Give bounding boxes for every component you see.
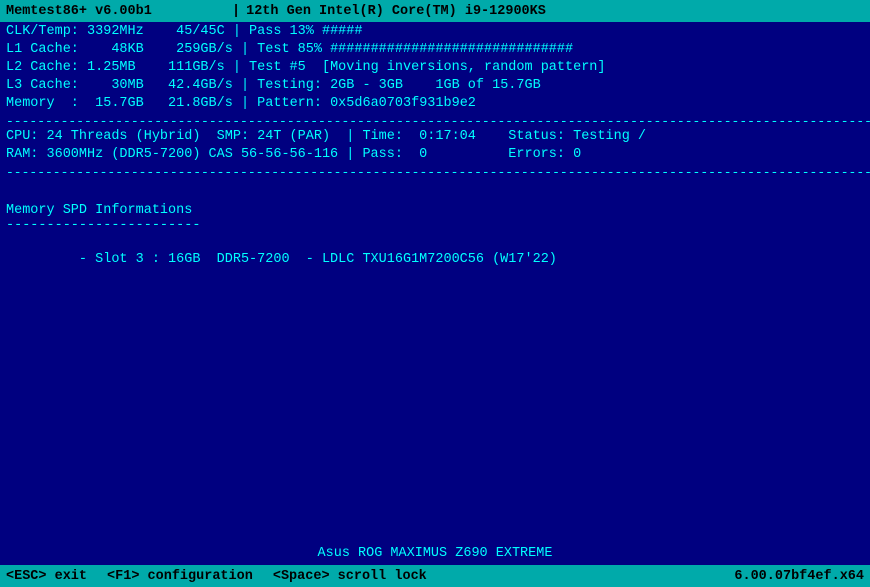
spd-item-1: - Slot 3 : 16GB DDR5-7200 - LDLC TXU16G1… (6, 237, 864, 282)
key-f1[interactable]: <F1> configuration (107, 569, 253, 584)
cpu-row: CPU: 24 Threads (Hybrid) SMP: 24T (PAR) … (6, 129, 864, 147)
l3-status: Testing: 2GB - 3GB 1GB of 15.7GB (249, 78, 541, 93)
title-bar: Memtest86+ v6.00b1 | 12th Gen Intel(R) C… (0, 0, 870, 22)
spd-item-text: - Slot 3 : 16GB DDR5-7200 - LDLC TXU16G1… (71, 252, 557, 267)
l1-label: L1 Cache: 48KB 259GB/s (6, 42, 241, 57)
app-title: Memtest86+ v6.00b1 (6, 4, 226, 19)
l2-label: L2 Cache: 1.25MB 111GB/s (6, 60, 233, 75)
version-info: 6.00.07bf4ef.x64 (734, 569, 864, 584)
footer-spacer (6, 282, 864, 544)
l2-status: Test #5 [Moving inversions, random patte… (241, 60, 606, 75)
divider-2: ----------------------------------------… (6, 165, 864, 180)
title-divider: | (232, 4, 240, 19)
memory-divider: | (241, 96, 249, 111)
spd-title (6, 188, 864, 203)
memory-label: Memory : 15.7GB 21.8GB/s (6, 96, 241, 111)
ram-row: RAM: 3600MHz (DDR5-7200) CAS 56-56-56-11… (6, 147, 864, 165)
key-space[interactable]: <Space> scroll lock (273, 569, 427, 584)
clk-status: Pass 13% ##### (241, 24, 363, 39)
l1-status: Test 85% ############################## (249, 42, 573, 57)
motherboard-info: Asus ROG MAXIMUS Z690 EXTREME (6, 544, 864, 563)
memory-status: Pattern: 0x5d6a0703f931b9e2 (249, 96, 476, 111)
cpu-title: 12th Gen Intel(R) Core(TM) i9-12900KS (246, 4, 864, 19)
divider-1: ----------------------------------------… (6, 114, 864, 129)
spd-divider: ------------------------ (6, 218, 864, 233)
l2-divider: | (233, 60, 241, 75)
main-content: CLK/Temp: 3392MHz 45/45C | Pass 13% ####… (0, 22, 870, 565)
memory-row: Memory : 15.7GB 21.8GB/s | Pattern: 0x5d… (6, 96, 864, 114)
l3-cache-row: L3 Cache: 30MB 42.4GB/s | Testing: 2GB -… (6, 78, 864, 96)
memtest-screen: Memtest86+ v6.00b1 | 12th Gen Intel(R) C… (0, 0, 870, 587)
clk-temp-row: CLK/Temp: 3392MHz 45/45C | Pass 13% ####… (6, 24, 864, 42)
ram-text: RAM: 3600MHz (DDR5-7200) CAS 56-56-56-11… (6, 147, 581, 165)
bottom-bar: <ESC> exit <F1> configuration <Space> sc… (0, 565, 870, 587)
key-hints: <ESC> exit <F1> configuration <Space> sc… (6, 569, 427, 584)
spd-heading: Memory SPD Informations (6, 203, 864, 218)
clk-label: CLK/Temp: 3392MHz 45/45C (6, 24, 233, 39)
clk-divider: | (233, 24, 241, 39)
l1-cache-row: L1 Cache: 48KB 259GB/s | Test 85% ######… (6, 42, 864, 60)
spd-section: Memory SPD Informations ----------------… (6, 188, 864, 282)
l3-label: L3 Cache: 30MB 42.4GB/s (6, 78, 241, 93)
key-esc[interactable]: <ESC> exit (6, 569, 87, 584)
cpu-text: CPU: 24 Threads (Hybrid) SMP: 24T (PAR) … (6, 129, 646, 147)
l2-cache-row: L2 Cache: 1.25MB 111GB/s | Test #5 [Movi… (6, 60, 864, 78)
l1-divider: | (241, 42, 249, 57)
l3-divider: | (241, 78, 249, 93)
